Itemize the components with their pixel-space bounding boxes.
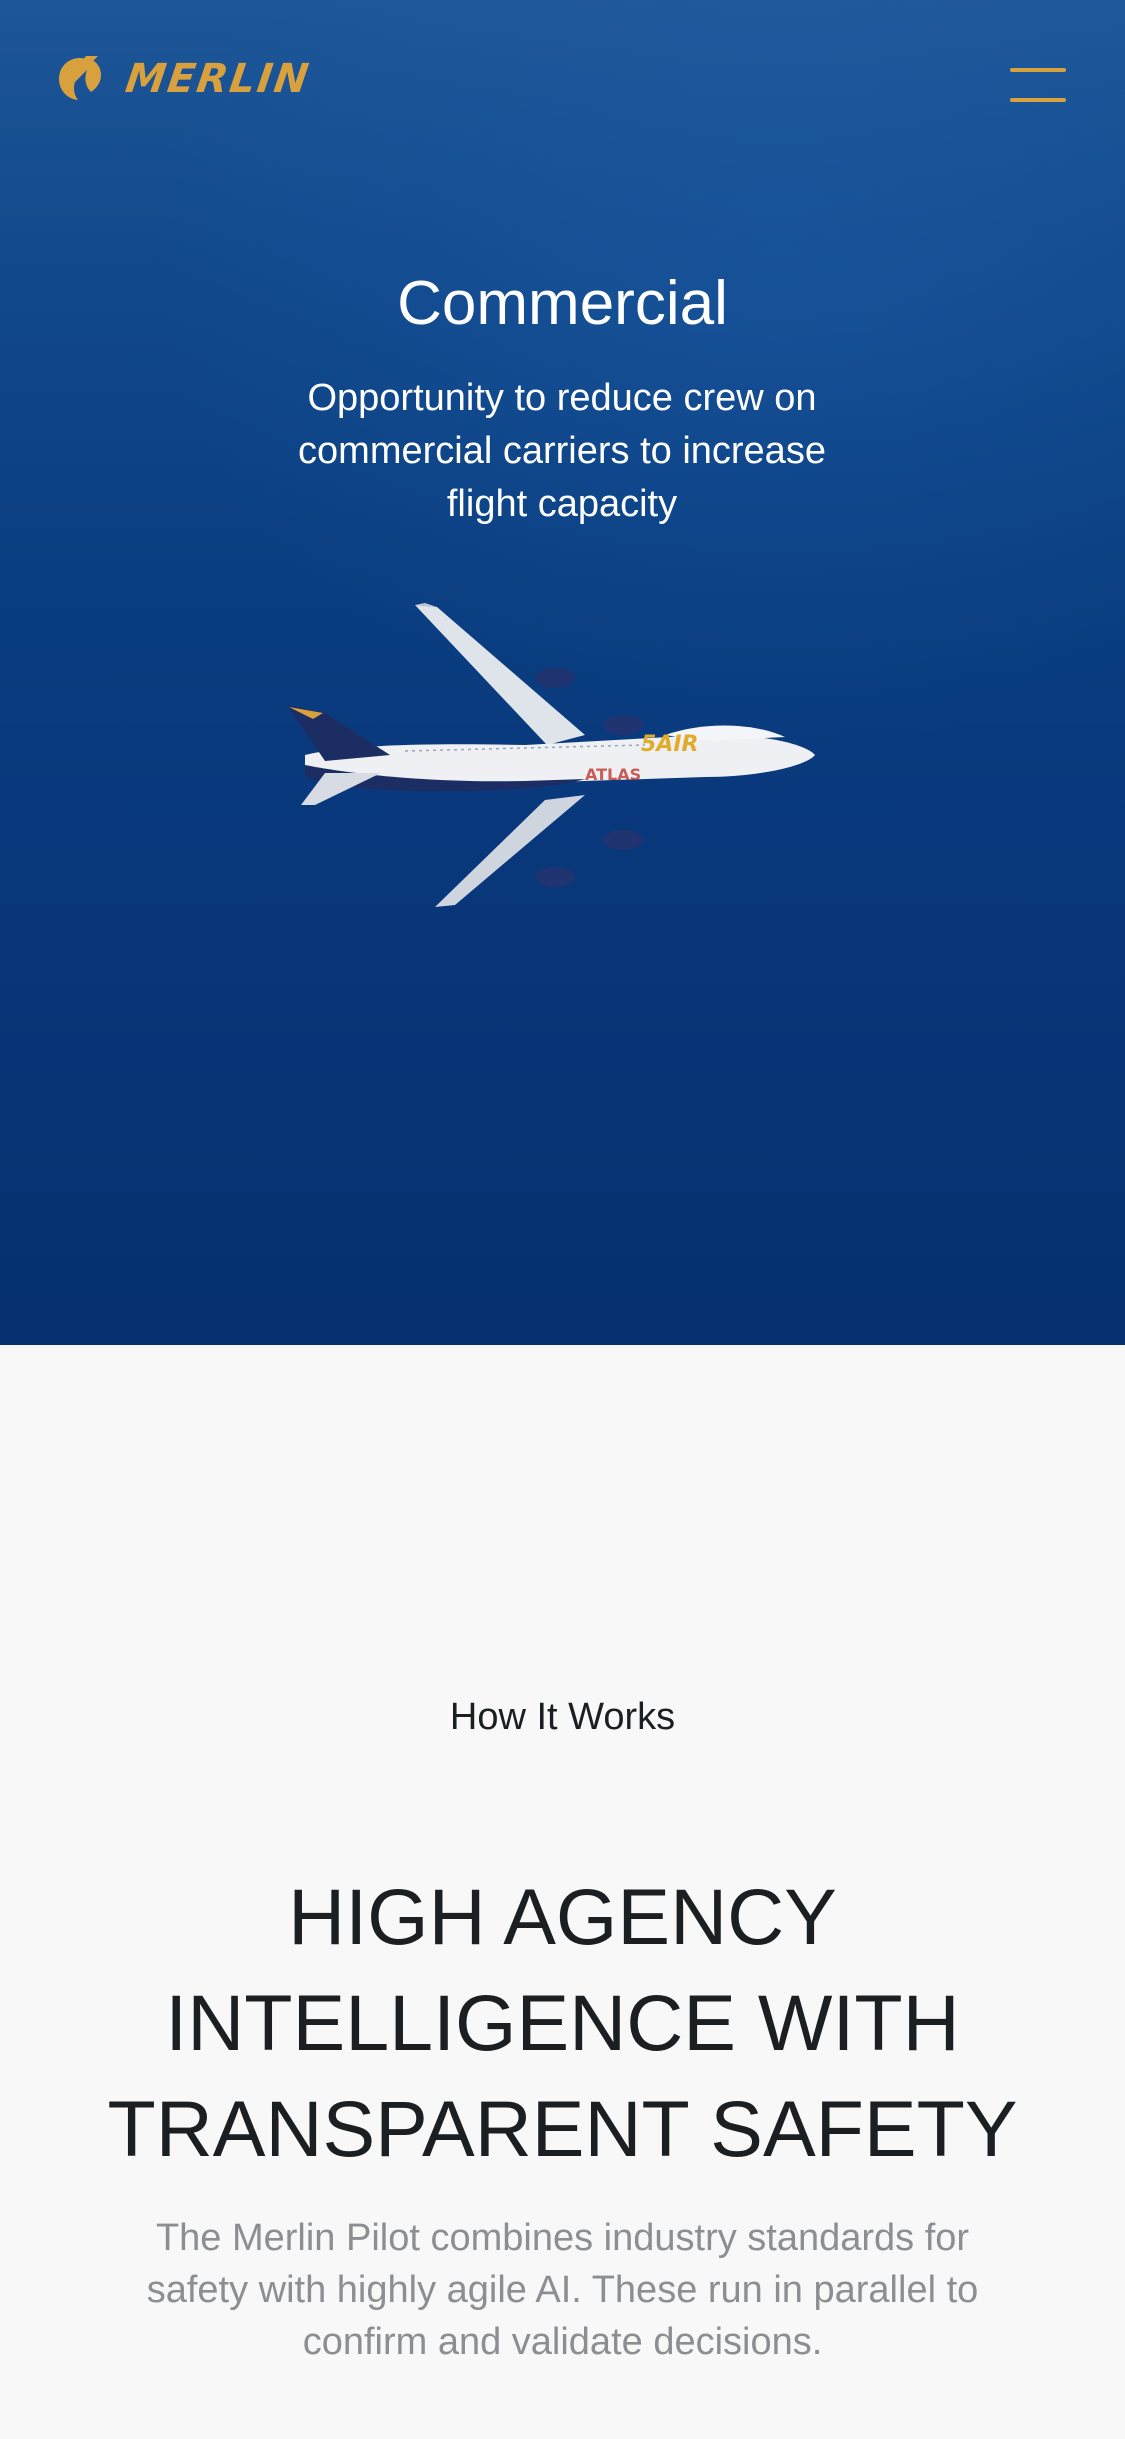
hero-section: MERLIN Commercial Opportunity to reduce … xyxy=(0,0,1125,1345)
commercial-airliner-image: 5AIR ATLAS xyxy=(287,603,815,907)
svg-text:ATLAS: ATLAS xyxy=(585,765,641,784)
hamburger-menu-icon[interactable] xyxy=(1000,62,1066,110)
top-nav-bar: MERLIN xyxy=(0,0,1125,160)
svg-text:5AIR: 5AIR xyxy=(641,732,698,757)
hero-title: Commercial xyxy=(397,268,728,338)
merlin-bird-logo-icon xyxy=(59,56,101,100)
section-description: The Merlin Pilot combines industry stand… xyxy=(146,2217,979,2363)
section-heading: HIGH AGENCY INTELLIGENCE WITH TRANSPAREN… xyxy=(107,1871,1018,2173)
brand-logo-link[interactable]: MERLIN xyxy=(56,54,314,104)
how-it-works-section: How It Works HIGH AGENCY INTELLIGENCE WI… xyxy=(0,1345,1125,2439)
brand-wordmark: MERLIN xyxy=(122,56,314,102)
hero-subtitle: Opportunity to reduce crew on commercial… xyxy=(298,377,826,525)
section-eyebrow: How It Works xyxy=(449,1696,676,1738)
